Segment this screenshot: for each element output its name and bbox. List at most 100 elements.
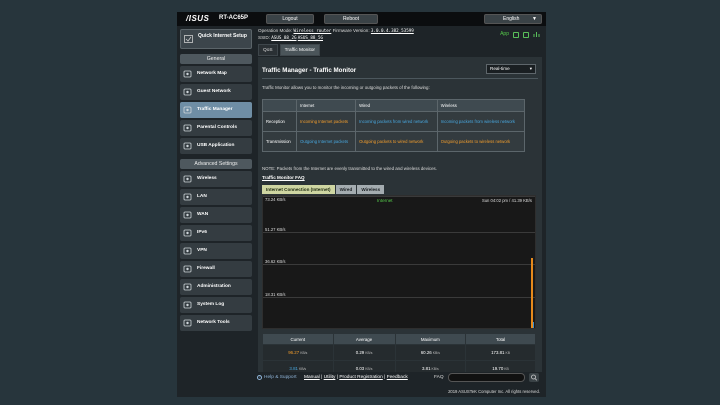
stats-value: 0.29 <box>355 350 365 355</box>
ssid-label: SSID: <box>258 35 270 40</box>
table-row: Reception Incoming Internet packets Inco… <box>261 111 526 132</box>
ssid-5g[interactable]: ASUS_88_5G <box>298 35 323 40</box>
help-icon: ? <box>257 375 262 380</box>
faq-search-input[interactable] <box>448 373 525 382</box>
sidebar-item-usb-application[interactable]: USB Application <box>180 138 252 154</box>
quick-internet-setup-button[interactable]: Quick Internet Setup <box>180 29 252 49</box>
language-select[interactable]: English ▼ <box>484 14 542 24</box>
subtab-internet[interactable]: Internet Connection (Internet) <box>262 185 335 194</box>
sidebar-item-system-log[interactable]: System Log <box>180 297 252 313</box>
reboot-button[interactable]: Reboot <box>324 14 378 24</box>
internet-status-icon[interactable] <box>533 31 540 38</box>
description: Traffic Monitor allows you to monitor th… <box>262 85 430 90</box>
faq-label: FAQ <box>434 375 444 380</box>
general-nav: Network Map Guest Network Traffic Manager P… <box>180 66 252 154</box>
subtab-wired[interactable]: Wired <box>335 185 357 194</box>
title-divider <box>262 78 538 79</box>
sidebar-item-label: WAN <box>197 212 209 217</box>
transmission-trace <box>533 322 534 328</box>
y-axis-label: 36.62 KB/s <box>265 259 286 264</box>
stats-unit: KB/s <box>431 367 439 371</box>
stats-cell: 173.81KB <box>465 344 536 361</box>
asus-logo[interactable]: /ISUS <box>186 14 209 23</box>
table-cell: Outgoing packets to wired network <box>355 131 438 152</box>
table-cell: Outgoing packets to wireless network <box>436 131 526 152</box>
advanced-nav: Wireless LAN WAN IPv6 VPN Firewall Administrat… <box>180 171 252 331</box>
operation-mode-link[interactable]: Wireless router <box>294 28 332 33</box>
feedback-link[interactable]: Feedback <box>387 375 408 380</box>
table-header-cell <box>261 99 298 112</box>
y-axis-label: 18.31 KB/s <box>265 292 286 297</box>
sidebar-item-wan[interactable]: WAN <box>180 207 252 223</box>
table-header-row: Internet Wired Wireless <box>261 99 526 112</box>
table-row: Transmission Outgoing Internet packets O… <box>261 131 526 152</box>
advanced-section-header: Advanced Settings <box>180 159 252 169</box>
firewall-icon <box>183 265 192 273</box>
language-label: English <box>503 16 520 22</box>
sidebar-item-administration[interactable]: Administration <box>180 279 252 295</box>
sidebar-item-ipv6[interactable]: IPv6 <box>180 225 252 241</box>
mode-select-value: Real-time <box>490 66 510 71</box>
y-axis-label: 73.24 KB/s <box>265 197 286 202</box>
table-header-cell: Wireless <box>436 99 526 112</box>
sidebar-item-parental-controls[interactable]: Parental Controls <box>180 120 252 136</box>
stats-header-cell: Average <box>332 333 396 345</box>
stats-unit: KB/s <box>365 351 373 355</box>
app-link[interactable]: App <box>500 31 509 38</box>
table-cell: Incoming Internet packets <box>296 111 357 132</box>
faq-search-button[interactable] <box>529 373 539 382</box>
sidebar-item-label: Firewall <box>197 266 215 271</box>
stats-row-reception: 96.27KB/s 0.29KB/s 60.26KB/s 173.81KB <box>262 344 536 361</box>
help-support: ? Help & Support <box>257 375 297 380</box>
manual-link[interactable]: Manual <box>304 375 320 380</box>
sidebar-item-network-map[interactable]: Network Map <box>180 66 252 82</box>
network-tools-icon <box>183 319 192 327</box>
tab-qos[interactable]: QoS <box>258 44 278 56</box>
subtab-wireless[interactable]: Wireless <box>357 185 385 194</box>
mode-select[interactable]: Real-time ▾ <box>486 64 536 74</box>
sidebar-item-label: IPv6 <box>197 230 207 235</box>
stats-unit: KB <box>505 351 511 355</box>
sidebar-item-label: Administration <box>197 284 231 289</box>
sidebar-item-network-tools[interactable]: Network Tools <box>180 315 252 331</box>
note-text: NOTE: Packets from the Internet are even… <box>262 166 437 171</box>
sidebar-item-label: USB Application <box>197 143 235 148</box>
router-admin-window: /ISUS RT-AC65P Logout Reboot English ▼ O… <box>177 12 546 397</box>
stats-value: 3.81 <box>421 366 431 371</box>
stats-header-cell: Current <box>262 333 334 345</box>
firmware-link[interactable]: 3.0.0.4.382_53599 <box>371 28 414 33</box>
sidebar-item-label: LAN <box>197 194 207 199</box>
copyright: 2019 ASUSTeK Computer Inc. All rights re… <box>448 389 540 394</box>
sidebar: Quick Internet Setup General Network Map… <box>180 29 252 331</box>
stats-unit: KB/s <box>298 367 307 371</box>
traffic-manager-icon <box>183 106 192 114</box>
sidebar-item-traffic-manager[interactable]: Traffic Manager <box>180 102 252 118</box>
main-tabs: QoS Traffic Monitor <box>258 44 320 56</box>
tab-traffic-monitor[interactable]: Traffic Monitor <box>279 44 320 56</box>
status-strip: Operation Mode: Wireless router Firmware… <box>258 27 546 44</box>
traffic-graph[interactable]: 73.24 KB/s 51.27 KB/s 36.62 KB/s 18.31 K… <box>262 195 536 329</box>
sidebar-item-firewall[interactable]: Firewall <box>180 261 252 277</box>
row-label: Transmission <box>261 131 298 152</box>
reception-trace <box>531 258 533 328</box>
stats-unit: KB/s <box>300 351 308 355</box>
ssid-2g[interactable]: ASUS_88_2G <box>271 35 296 40</box>
stats-unit: KB/s <box>432 351 440 355</box>
traffic-monitor-faq-link[interactable]: Traffic Monitor FAQ <box>262 175 305 180</box>
client-status-icon[interactable] <box>513 31 519 38</box>
sidebar-item-wireless[interactable]: Wireless <box>180 171 252 187</box>
sidebar-item-vpn[interactable]: VPN <box>180 243 252 259</box>
utility-link[interactable]: Utility <box>324 375 336 380</box>
chevron-down-icon: ▾ <box>529 66 532 71</box>
traffic-monitor-panel: Traffic Manager - Traffic Monitor Real-t… <box>258 57 542 380</box>
table-cell: Incoming packets from wireless network <box>436 111 526 132</box>
product-registration-link[interactable]: Product Registration <box>339 375 382 380</box>
usb-status-icon[interactable] <box>523 31 529 38</box>
wan-icon <box>183 211 192 219</box>
sidebar-item-lan[interactable]: LAN <box>180 189 252 205</box>
logout-button[interactable]: Logout <box>266 14 314 24</box>
system-log-icon <box>183 301 192 309</box>
stats-unit: KB/s <box>365 367 373 371</box>
model-name: RT-AC65P <box>219 15 249 21</box>
sidebar-item-guest-network[interactable]: Guest Network <box>180 84 252 100</box>
